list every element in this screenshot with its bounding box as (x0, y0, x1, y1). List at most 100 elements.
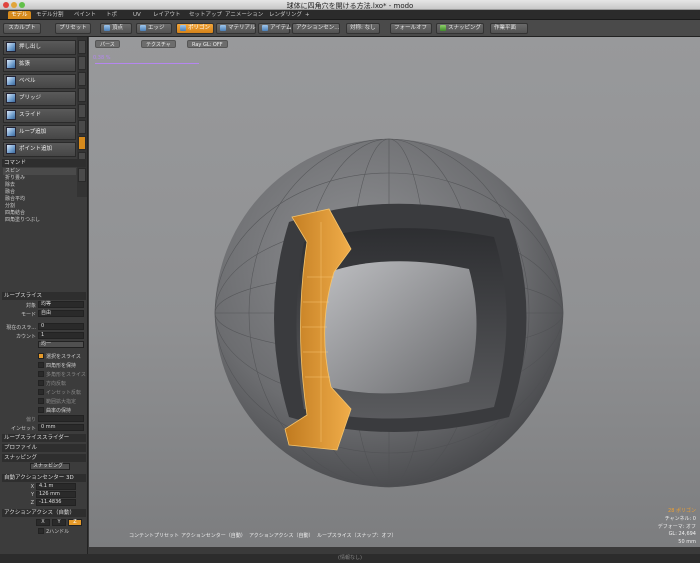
count-field[interactable]: 1 (38, 332, 84, 339)
flip-direction-label: 方向反転 (46, 381, 67, 387)
target-dropdown[interactable]: 均等 (38, 301, 84, 308)
viewport-status-bar: コンテントプリセット アクションセンター（自動） アクションアクシス（自動） ル… (89, 530, 700, 540)
vtab-polygon[interactable] (78, 136, 86, 150)
target-label: 対象 (25, 303, 36, 309)
y-coordinate-field[interactable]: 126 mm (36, 491, 76, 498)
snapping-header[interactable]: スナッピング (2, 454, 86, 462)
add-loop-icon (6, 126, 16, 137)
mode-dropdown[interactable]: 自由 (38, 310, 84, 317)
vtab-vertex[interactable] (78, 104, 86, 118)
z-coordinate-field[interactable]: -11.4836 (36, 499, 76, 506)
vtab-duplicate[interactable] (78, 72, 86, 86)
vtab-basic[interactable] (78, 40, 86, 54)
slice-ngons-checkbox[interactable] (38, 371, 44, 377)
axis-z-button[interactable]: Z (68, 519, 82, 526)
axis-x-button[interactable]: X (36, 519, 50, 526)
vertex-mode-button[interactable]: 頂点 (100, 23, 132, 34)
edge-icon (140, 24, 146, 31)
hole-floor (323, 261, 477, 394)
two-handles-checkbox[interactable] (38, 528, 44, 534)
tool-slide-button[interactable]: スライド (3, 108, 76, 123)
expand-icon (6, 58, 16, 69)
loop-slice-slider-header[interactable]: ループスライススライダー (2, 434, 86, 442)
command-item[interactable]: 融合 (3, 189, 76, 196)
flip-inset-checkbox[interactable] (38, 389, 44, 395)
tab-render[interactable]: レンダリング (266, 11, 305, 19)
slice-ngons-label: 多角形をスライス (46, 372, 86, 378)
flip-inset-label: インセット反転 (46, 390, 82, 396)
command-item[interactable]: 分割 (3, 203, 76, 210)
action-axis-header[interactable]: アクションアクシス（自動） (2, 509, 86, 517)
symmetry-dropdown[interactable]: 対称: なし (346, 23, 380, 34)
tab-topo[interactable]: トポ (103, 11, 120, 19)
material-mode-button[interactable]: マテリアル (216, 23, 256, 34)
tool-bevel-button[interactable]: ベベル (3, 74, 76, 89)
slice-selection-checkbox[interactable] (38, 353, 44, 359)
command-item[interactable]: 折り畳み (3, 175, 76, 182)
count-slider-field[interactable]: 0 (38, 323, 84, 330)
tab-uv[interactable]: UV (130, 11, 144, 19)
auto-action-center-header[interactable]: 自動アクションセンター 3D (2, 474, 86, 482)
tab-model-split[interactable]: モデル分割 (33, 11, 67, 19)
command-item[interactable]: 四角結合 (3, 210, 76, 217)
tab-setup[interactable]: セットアップ (186, 11, 225, 19)
snapping-toggle[interactable]: スナッピング (436, 23, 484, 34)
vtab-edge[interactable] (78, 120, 86, 134)
tool-expand-button[interactable]: 拡張 (3, 57, 76, 72)
tool-add-loop-button[interactable]: ループ追加 (3, 125, 76, 140)
vtab-deform[interactable] (78, 56, 86, 70)
snapping-button[interactable]: スナッピング (30, 463, 70, 470)
mode-label: モード (20, 312, 36, 318)
falloff-dropdown[interactable]: フォールオフ (390, 23, 432, 34)
command-item[interactable]: 融合平均 (3, 196, 76, 203)
profile-header[interactable]: プロファイル (2, 444, 86, 452)
command-item[interactable]: 四角塗りつぶし (3, 217, 76, 224)
sculpt-button[interactable]: スカルプト (3, 23, 41, 34)
tab-paint[interactable]: ペイント (71, 11, 99, 19)
presets-button[interactable]: プリセット (55, 23, 91, 34)
status-content-preset[interactable]: コンテントプリセット (129, 532, 179, 539)
tool-bridge-button[interactable]: ブリッジ (3, 91, 76, 106)
command-item[interactable]: 除去 (3, 182, 76, 189)
preserve-quads-checkbox[interactable] (38, 362, 44, 368)
status-action-axis[interactable]: アクションアクシス（自動） (249, 532, 314, 539)
work-plane-dropdown[interactable]: 作業平面 (490, 23, 528, 34)
status-loop-slice[interactable]: ループスライス（スナップ：オフ） (317, 532, 397, 539)
item-icon (262, 24, 268, 31)
inset-field[interactable]: 0 mm (38, 424, 84, 431)
extend-range-checkbox[interactable] (38, 398, 44, 404)
tab-model[interactable]: モデル (8, 11, 31, 19)
item-mode-button[interactable]: アイテム (258, 23, 291, 34)
layout-tab-bar: モデル モデル分割 ペイント トポ UV レイアウト セットアップ アニメーショ… (0, 10, 700, 20)
flip-direction-checkbox[interactable] (38, 380, 44, 386)
average-button[interactable]: 均一 (38, 341, 84, 348)
vtab-uv[interactable] (78, 168, 86, 182)
tab-layout[interactable]: レイアウト (150, 11, 184, 19)
loop-slice-header[interactable]: ループスライス (2, 292, 86, 300)
action-center-dropdown[interactable]: アクションセン... (292, 23, 340, 34)
vtab-mesh-edit[interactable] (78, 88, 86, 102)
x-coordinate-field[interactable]: 4.1 m (36, 483, 76, 490)
preserve-quads-label: 四角形を保持 (46, 363, 77, 369)
preserve-curvature-checkbox[interactable] (38, 407, 44, 413)
y-label: Y (30, 492, 34, 498)
deformer-info: デフォーマ: オフ (657, 524, 696, 530)
3d-viewport[interactable]: パース テクスチャ Ray GL: OFF 0.38 % 28 ポリゴン チャン… (89, 37, 700, 547)
command-item[interactable]: スピン (3, 168, 76, 175)
inset-label: インセット (10, 426, 36, 432)
extend-range-label: 範囲拡大指定 (46, 399, 77, 405)
sphere-mesh[interactable] (89, 37, 700, 547)
add-tab-button[interactable]: + (302, 11, 313, 19)
polygon-mode-button[interactable]: ポリゴン (176, 23, 214, 34)
status-action-center[interactable]: アクションセンター（自動） (181, 532, 246, 539)
count-slider-label: 現在のスラ... (6, 325, 36, 331)
tool-add-point-button[interactable]: ポイント追加 (3, 142, 76, 157)
z-label: Z (30, 500, 34, 506)
tool-extrude-button[interactable]: 押し出し (3, 40, 76, 55)
axis-y-button[interactable]: Y (52, 519, 66, 526)
tab-animation[interactable]: アニメーション (222, 11, 266, 19)
edge-mode-button[interactable]: エッジ (136, 23, 172, 34)
bias-field[interactable] (38, 415, 84, 422)
extrude-icon (6, 41, 16, 52)
command-section-header[interactable]: コマンド (2, 159, 86, 167)
